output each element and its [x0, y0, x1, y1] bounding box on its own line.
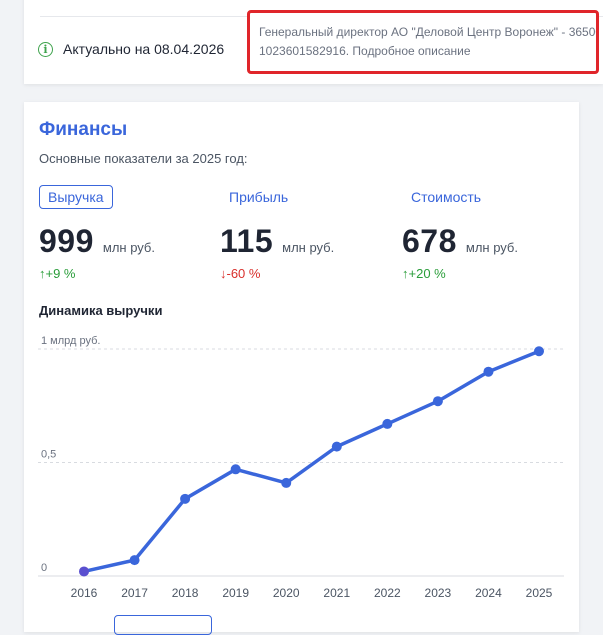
data-point: [180, 493, 191, 504]
data-point: [281, 477, 292, 488]
profit-value: 115: [220, 223, 274, 259]
data-point: [483, 366, 494, 377]
metric-profit: Прибыль 115 млн руб. ↓-60 %: [220, 185, 334, 281]
cost-unit: млн руб.: [465, 240, 518, 255]
profit-change: ↓-60 %: [220, 266, 261, 281]
cost-value: 678: [402, 223, 457, 259]
revenue-chart: 0 0,5 1 млрд руб. 2016 2017 2018 2019 2020 2021 2…: [24, 322, 579, 612]
x-tick-label: 2017: [121, 586, 148, 600]
x-tick-label: 2025: [526, 586, 553, 600]
tab-cost[interactable]: Стоимость: [402, 185, 490, 209]
director-description-text[interactable]: Генеральный директор АО "Деловой Центр В…: [259, 23, 596, 61]
data-point: [79, 566, 89, 577]
actual-date-row: i Актуально на 08.04.2026: [38, 41, 224, 57]
info-icon: i: [38, 41, 53, 57]
x-tick-label: 2023: [425, 586, 452, 600]
y-tick-label: 0: [41, 562, 47, 574]
x-tick-label: 2024: [475, 586, 502, 600]
data-point: [432, 396, 443, 407]
revenue-chart-svg: 0 0,5 1 млрд руб. 2016 2017 2018 2019 2020 2021 2…: [38, 335, 564, 600]
metric-value-cost: Стоимость 678 млн руб. ↑+20 %: [402, 185, 518, 281]
revenue-unit: млн руб.: [102, 240, 155, 255]
x-tick-label: 2018: [172, 586, 199, 600]
x-tick-label: 2020: [273, 586, 300, 600]
tab-revenue[interactable]: Выручка: [39, 185, 113, 209]
x-tick-label: 2019: [222, 586, 249, 600]
profit-unit: млн руб.: [282, 240, 335, 255]
x-tick-label: 2022: [374, 586, 401, 600]
revenue-change: ↑+9 %: [39, 266, 76, 281]
data-point: [331, 441, 342, 452]
data-point: [129, 555, 140, 566]
data-point: [382, 418, 393, 429]
x-tick-label: 2021: [323, 586, 350, 600]
tab-profit[interactable]: Прибыль: [220, 185, 297, 209]
x-tick-label: 2016: [71, 586, 98, 600]
finance-title: Финансы: [39, 119, 128, 140]
data-point: [534, 346, 544, 357]
finance-card: Финансы Основные показатели за 2025 год:…: [24, 102, 579, 635]
director-description-highlight: Генеральный директор АО "Деловой Центр В…: [247, 10, 599, 74]
revenue-series-line: [82, 349, 541, 574]
chart-title: Динамика выручки: [39, 303, 163, 318]
data-point: [230, 464, 241, 475]
y-tick-label: 0,5: [41, 449, 56, 461]
actual-date-text: Актуально на 08.04.2026: [63, 41, 225, 57]
company-info-card: i Актуально на 08.04.2026 Генеральный ди…: [24, 0, 603, 84]
more-button[interactable]: [114, 615, 212, 635]
revenue-value: 999: [39, 223, 94, 259]
finance-subtitle: Основные показатели за 2025 год:: [39, 151, 248, 166]
metric-revenue: Выручка 999 млн руб. ↑+9 %: [39, 185, 155, 281]
cost-change: ↑+20 %: [402, 266, 446, 281]
y-tick-label: 1 млрд руб.: [41, 335, 100, 347]
